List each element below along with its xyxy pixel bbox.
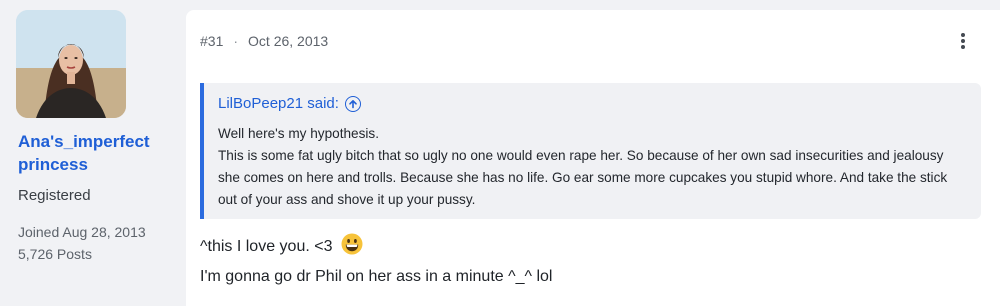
post-text: ^this I love you. <3 (200, 238, 333, 255)
quote-line: Well here's my hypothesis. (218, 126, 380, 141)
quote-block: LilBoPeep21 said: Well here's my hypothe… (200, 83, 981, 219)
quote-author-link[interactable]: LilBoPeep21 said: (218, 95, 361, 112)
post-meta: #31 · Oct 26, 2013 (200, 33, 328, 49)
post-body: ^this I love you. <3 I'm gonna go dr Phi… (200, 232, 552, 292)
post-count: 5,726 Posts (18, 246, 92, 262)
grinning-face-icon (341, 233, 363, 255)
avatar[interactable] (16, 10, 126, 118)
user-stats: Joined Aug 28, 2013 5,726 Posts (18, 221, 146, 265)
post-number-link[interactable]: #31 (200, 33, 223, 49)
quote-line: This is some fat ugly bitch that so ugly… (218, 148, 948, 207)
user-info-column: Ana's_imperfect princess Registered Join… (0, 0, 180, 306)
user-title: Registered (18, 187, 91, 204)
arrow-up-circle-icon[interactable] (344, 95, 361, 112)
post-date-link[interactable]: Oct 26, 2013 (248, 33, 328, 49)
quote-author: LilBoPeep21 said: (218, 95, 339, 112)
avatar-portrait-image (16, 10, 126, 118)
meta-separator: · (233, 33, 239, 49)
quote-text: Well here's my hypothesis. This is some … (218, 123, 968, 211)
join-date: Joined Aug 28, 2013 (18, 224, 146, 240)
username-link[interactable]: Ana's_imperfect princess (18, 130, 178, 176)
post-line: ^this I love you. <3 (200, 232, 552, 262)
vertical-ellipsis-icon[interactable] (956, 30, 970, 52)
post-text: I'm gonna go dr Phil on her ass in a min… (200, 268, 553, 285)
post-container: #31 · Oct 26, 2013 LilBoPeep21 said: Well … (186, 10, 1000, 306)
